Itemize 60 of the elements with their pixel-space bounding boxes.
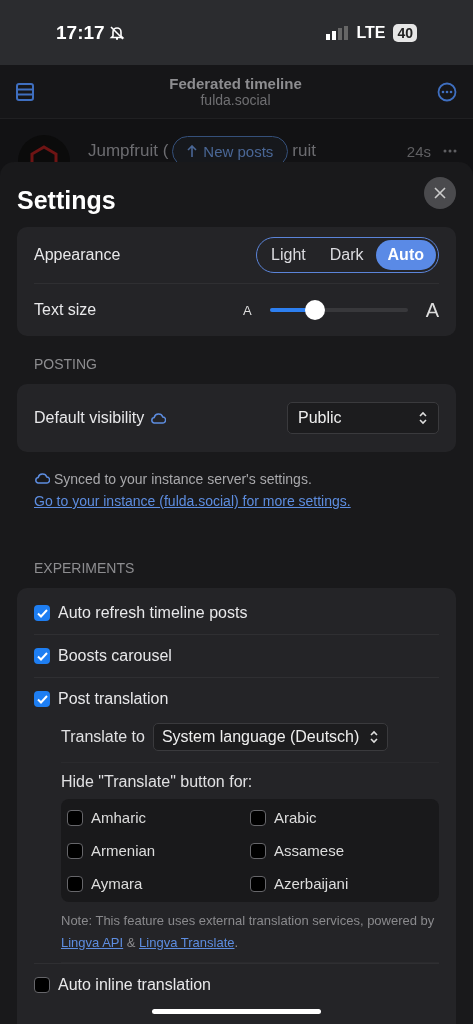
- hide-translate-label: Hide "Translate" button for:: [61, 773, 253, 790]
- visibility-select[interactable]: Public: [287, 402, 439, 434]
- section-heading: EXPERIMENTS: [34, 560, 136, 576]
- cloud-icon: [34, 472, 50, 484]
- lingva-api-link[interactable]: Lingva API: [61, 935, 124, 950]
- option-label: Boosts carousel: [58, 647, 172, 665]
- setting-label: Appearance: [34, 246, 121, 264]
- translate-to-label: Translate to: [61, 728, 145, 746]
- language-select[interactable]: System language (Deutsch): [152, 723, 389, 751]
- language-label: Assamese: [274, 842, 345, 859]
- checkbox[interactable]: [67, 875, 83, 892]
- language-label: Arabic: [274, 809, 317, 826]
- settings-title: Settings: [17, 186, 116, 215]
- more-icon[interactable]: [437, 81, 457, 102]
- slider-thumb[interactable]: [305, 300, 326, 320]
- instance-link[interactable]: Go to your instance (fulda.social) for more settings.: [34, 493, 351, 509]
- close-icon: [434, 186, 446, 199]
- close-button[interactable]: [424, 176, 456, 209]
- language-label: Aymara: [91, 875, 143, 892]
- signal-icon: [326, 25, 349, 40]
- checkbox[interactable]: [34, 977, 50, 993]
- more-icon[interactable]: [443, 149, 457, 153]
- checkbox[interactable]: [67, 842, 83, 859]
- translation-note: Note: This feature uses external translation services, powered by Lingva API & Lingva Translate.: [61, 912, 436, 952]
- appearance-option[interactable]: Auto: [375, 240, 436, 270]
- checkbox[interactable]: [250, 875, 266, 892]
- chevron-icon: [418, 411, 428, 425]
- option-label: Post translation: [58, 690, 169, 708]
- section-heading: POSTING: [34, 356, 98, 372]
- setting-label: Default visibility: [34, 409, 145, 427]
- appearance-option[interactable]: Dark: [317, 240, 376, 270]
- setting-label: Text size: [34, 301, 97, 319]
- clock-time: 17:17: [56, 21, 105, 44]
- bell-slash-icon: [108, 24, 125, 41]
- large-size-mark: A: [425, 298, 439, 322]
- sync-note: Synced to your instance server's settings. Go to your instance (fulda.social) for more settings.: [34, 470, 352, 511]
- battery-level: 40: [393, 23, 417, 42]
- cloud-icon: [150, 412, 167, 424]
- appearance-option[interactable]: Light: [259, 240, 318, 270]
- arrow-up-icon: [187, 144, 198, 158]
- checkbox[interactable]: [34, 691, 50, 707]
- option-label: Auto refresh timeline posts: [58, 604, 248, 622]
- checkbox[interactable]: [34, 605, 50, 621]
- post-time: 24s: [406, 142, 431, 160]
- author-name: Jumpfruit (: [88, 141, 169, 161]
- instance-name: fulda.social: [200, 92, 271, 108]
- checkbox[interactable]: [34, 648, 50, 664]
- timeline-title: Federated timeline: [169, 75, 302, 92]
- author-handle: ruit: [292, 141, 316, 161]
- language-label: Armenian: [91, 842, 156, 859]
- language-label: Amharic: [91, 809, 146, 826]
- option-label: Auto inline translation: [58, 976, 211, 994]
- small-size-mark: A: [243, 302, 252, 318]
- checkbox[interactable]: [250, 842, 266, 859]
- language-label: Azerbaijani: [274, 875, 349, 892]
- list-icon[interactable]: [16, 82, 34, 101]
- network-label: LTE: [356, 23, 386, 42]
- checkbox[interactable]: [67, 809, 83, 826]
- checkbox[interactable]: [250, 809, 266, 826]
- chevron-icon: [369, 730, 380, 744]
